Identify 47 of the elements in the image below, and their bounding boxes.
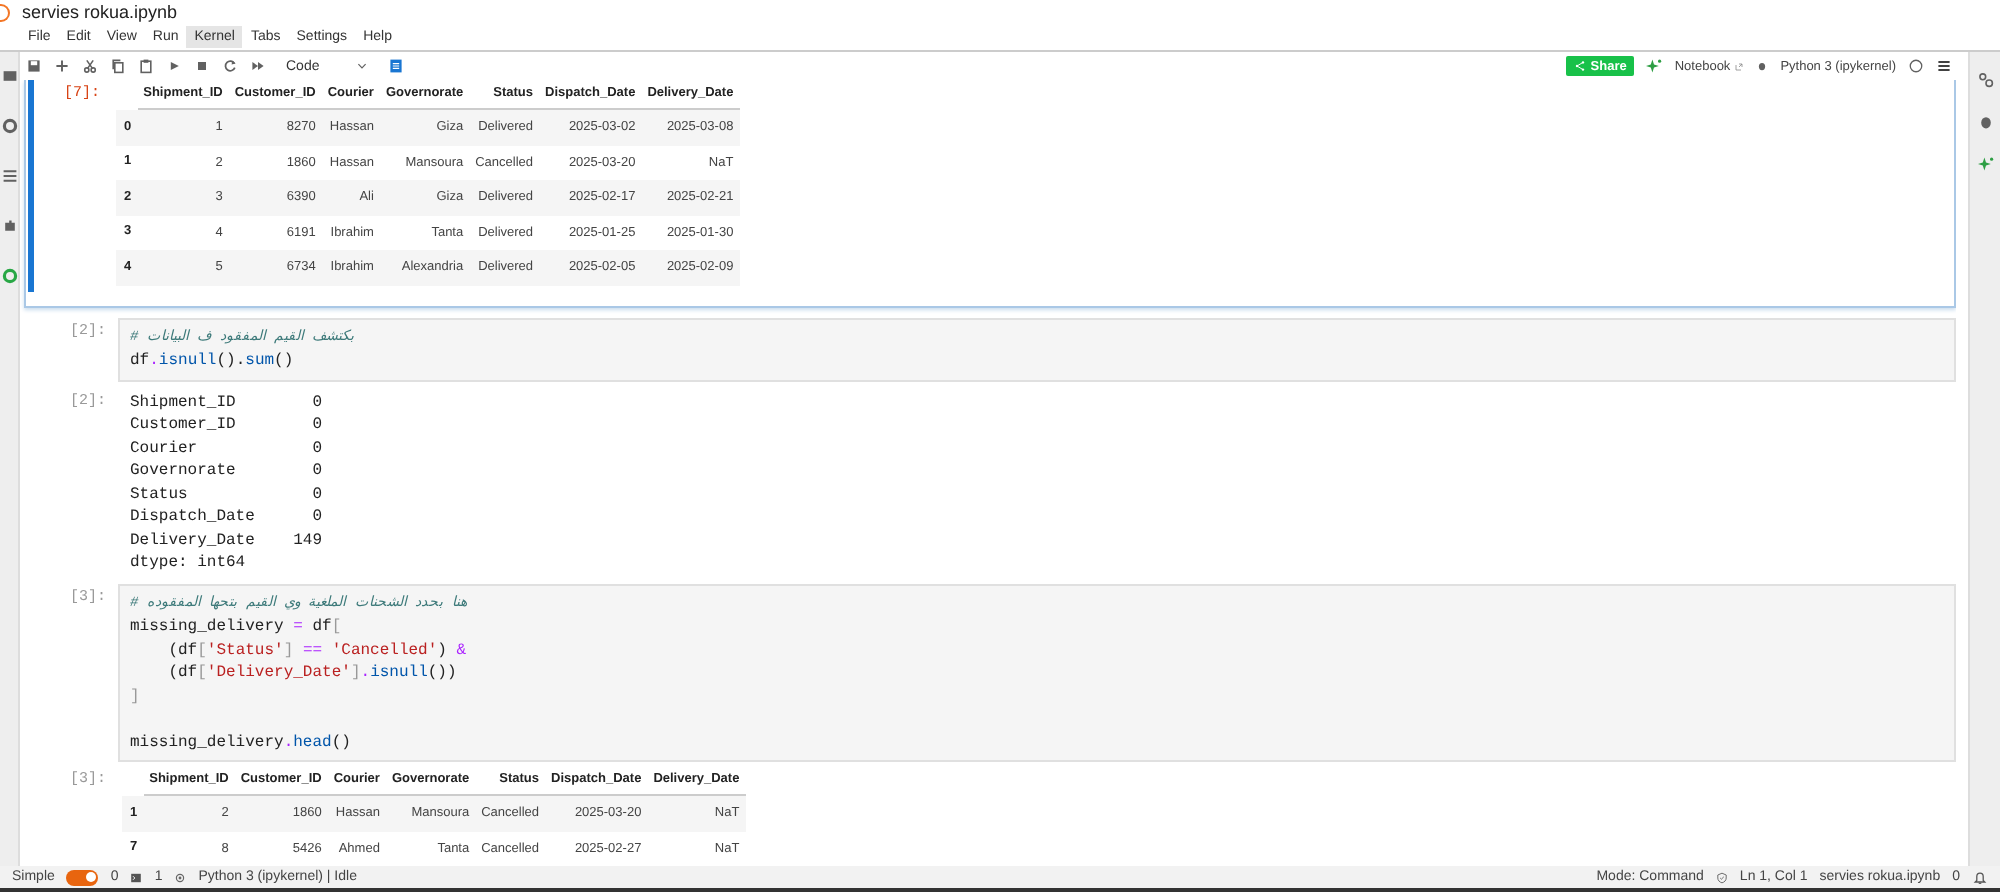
output-line: dtype: int64 [130,552,248,575]
sparkle-icon[interactable] [1646,58,1663,74]
bug-icon[interactable] [1977,114,1993,130]
code-line: missing_delivery.head() [130,731,353,754]
output-line: Shipment_ID 0 [130,391,323,414]
simple-mode-toggle[interactable] [66,869,99,885]
bell-icon[interactable] [1972,869,1988,885]
shield-icon [1715,871,1728,883]
kernel-status-icon [1908,58,1924,74]
output-line: Customer_ID 0 [130,414,323,437]
code-line: ] [130,685,142,708]
output-line: Delivery_Date 149 [130,529,323,552]
code-line: (df['Status'] == 'Cancelled') & [166,639,469,662]
selected-cell[interactable] [24,80,1956,307]
folder-icon[interactable] [1,68,17,84]
circle-icon[interactable] [1,268,17,284]
share-icon [1574,60,1587,72]
list-icon[interactable] [1,168,17,184]
chevron-down-icon [355,60,368,72]
code-line: missing_delivery = df[ [130,616,344,639]
menu-icon[interactable] [1936,58,1952,74]
output-line: Governorate 0 [130,460,323,483]
fast-forward-icon[interactable] [250,58,266,74]
scissors-icon[interactable] [82,58,98,74]
bug-icon[interactable] [1756,60,1769,72]
refresh-icon[interactable] [222,58,238,74]
stop-icon[interactable] [194,58,210,74]
code-line: df.isnull().sum() [130,350,296,373]
external-link-icon [1734,61,1745,71]
plus-icon[interactable] [54,58,70,74]
output-line: Courier 0 [130,437,323,460]
copy-icon[interactable] [110,58,126,74]
app-logo-icon [0,3,10,21]
gear-icon [174,871,187,883]
circle-icon[interactable] [1,118,17,134]
code-line: (df['Delivery_Date'].isnull()) [166,662,459,685]
window-title: servies rokua.ipynb [22,2,178,22]
sparkle-icon[interactable] [1977,156,1993,172]
terminal-icon [130,871,143,883]
save-icon[interactable] [26,58,42,74]
play-icon[interactable] [166,58,182,74]
puzzle-icon[interactable] [1,218,17,234]
output-line: Status 0 [130,483,323,506]
gears-icon[interactable] [1977,72,1993,88]
output-line: Dispatch_Date 0 [130,506,323,529]
paste-icon[interactable] [138,58,154,74]
notebook-icon[interactable] [387,58,404,74]
